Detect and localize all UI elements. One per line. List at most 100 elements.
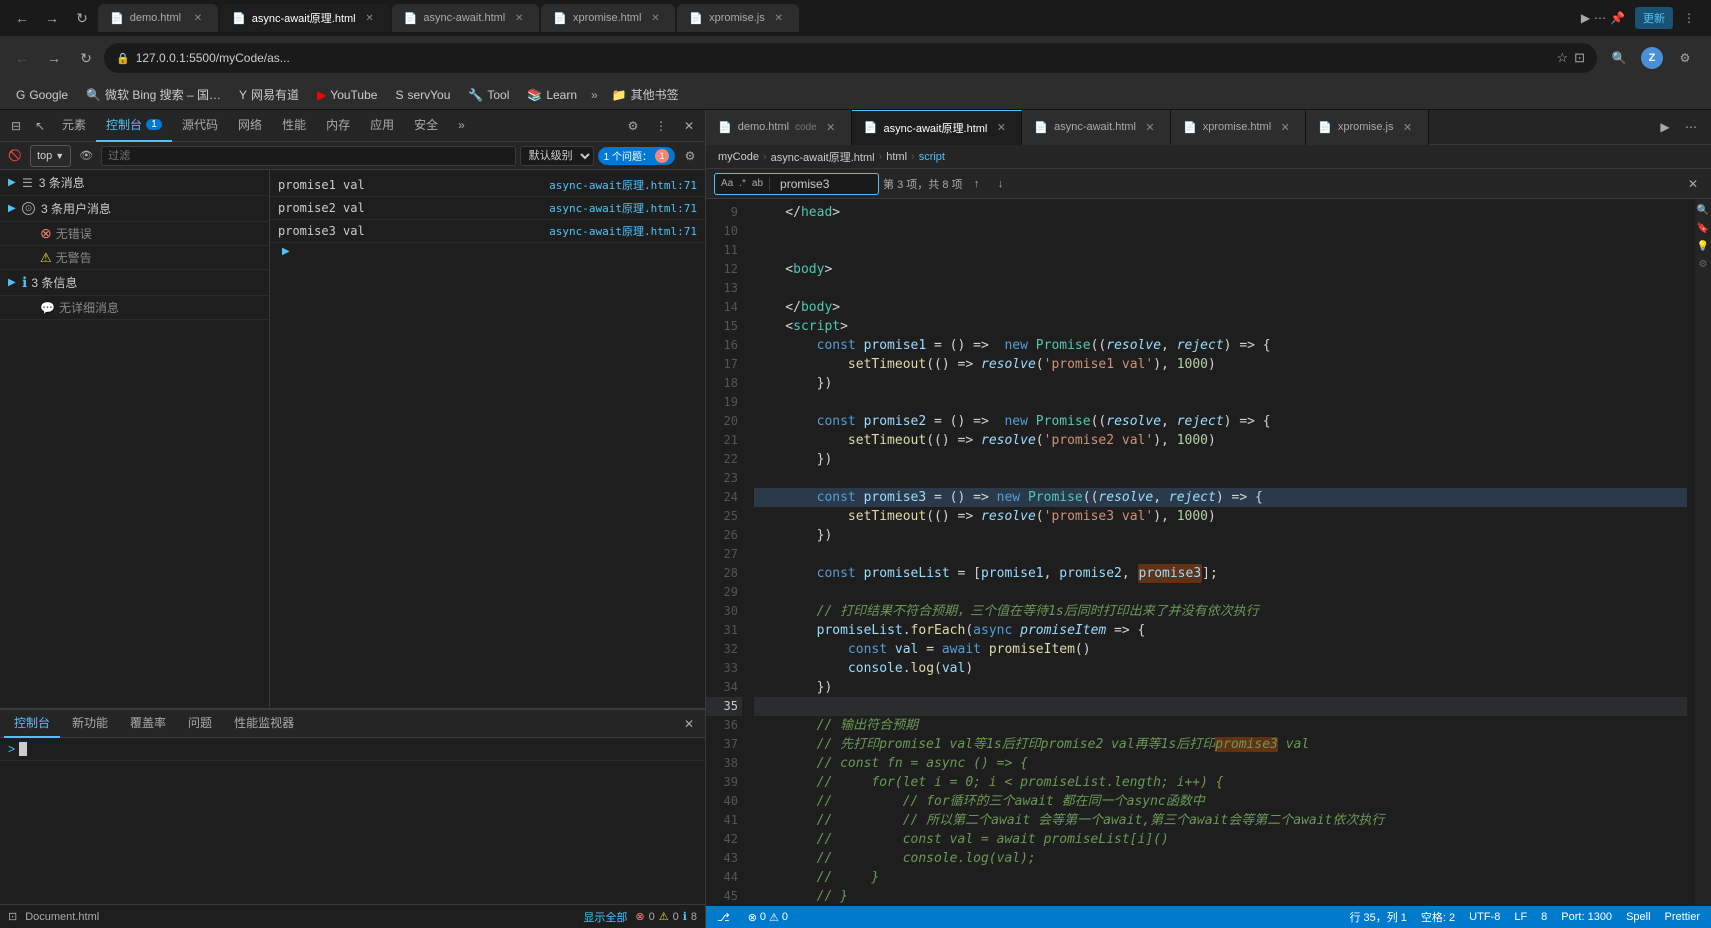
bottom-tab-perf[interactable]: 性能监视器 [224, 710, 304, 738]
bookmark-learn[interactable]: 📚 Learn [519, 86, 585, 104]
er-gear-icon[interactable]: ⚙ [1696, 257, 1710, 271]
tab-close-async-yuan[interactable]: ✕ [362, 10, 378, 26]
er-bookmark-icon[interactable]: 🔖 [1696, 221, 1710, 235]
devtools-kebab-icon[interactable]: ⋮ [649, 114, 673, 138]
tab-play-button[interactable]: ▶ [1581, 11, 1590, 25]
code-editor-content[interactable]: </head> <body> </body> <script> const pr… [750, 199, 1695, 906]
editor-tab-xpromise-js[interactable]: 📄 xpromise.js ✕ [1306, 110, 1428, 145]
console-group-header-user[interactable]: ▶ ⊙ 3 条用户消息 [0, 196, 269, 221]
console-level-select[interactable]: 默认级别 [520, 146, 594, 166]
console-item-promise2[interactable]: promise2 val async-await原理.html:71 [270, 197, 705, 220]
console-item-link-2[interactable]: async-await原理.html:71 [549, 200, 697, 216]
devtool-tab-performance[interactable]: 性能 [272, 110, 316, 142]
devtools-expand-icon[interactable]: ⊡ [8, 910, 17, 923]
console-filter-input[interactable] [101, 146, 515, 166]
address-tab-icon[interactable]: ⊡ [1574, 50, 1585, 66]
status-encoding[interactable]: UTF-8 [1466, 911, 1503, 923]
tab-demo[interactable]: 📄 demo.html ✕ [98, 4, 218, 32]
nav-forward-button[interactable]: → [40, 44, 68, 72]
editor-tab-close-async[interactable]: ✕ [993, 120, 1009, 136]
status-language[interactable]: 8 [1538, 911, 1550, 923]
breadcrumb-mycode[interactable]: myCode [718, 151, 759, 163]
search-prev-button[interactable]: ↑ [967, 174, 987, 194]
status-port[interactable]: Port: 1300 [1558, 911, 1615, 923]
console-item-promise1[interactable]: promise1 val async-await原理.html:71 [270, 174, 705, 197]
tab-close-async[interactable]: ✕ [511, 10, 527, 26]
tab-pin-button[interactable]: 📌 [1610, 11, 1625, 25]
bookmarks-more-button[interactable]: » [587, 86, 602, 104]
bookmark-youtube[interactable]: ▶ YouTube [309, 86, 385, 104]
devtools-cursor-icon[interactable]: ↖ [28, 114, 52, 138]
console-group-header-verbose[interactable]: 💬 无详细消息 [0, 296, 269, 319]
bottom-panel-close-icon[interactable]: ✕ [677, 712, 701, 736]
devtool-tab-elements[interactable]: 元素 [52, 110, 96, 142]
nav-back-button[interactable]: ← [8, 44, 36, 72]
address-input[interactable] [136, 51, 1551, 65]
console-expand-more[interactable]: ▶ [270, 243, 705, 260]
console-group-header-messages[interactable]: ▶ ☰ 3 条消息 [0, 170, 269, 195]
search-next-button[interactable]: ↓ [991, 174, 1011, 194]
status-error-count[interactable]: ⊗ 0 ⚠ 0 [745, 911, 791, 924]
status-spaces[interactable]: 空格: 2 [1418, 909, 1458, 925]
status-eol[interactable]: LF [1511, 911, 1530, 923]
update-button[interactable]: 更新 [1635, 7, 1673, 29]
tab-xpromise-js[interactable]: 📄 xpromise.js ✕ [677, 4, 798, 32]
breadcrumb-script[interactable]: script [919, 151, 945, 163]
reload-button[interactable]: ↻ [68, 4, 96, 32]
tab-close-demo[interactable]: ✕ [190, 10, 206, 26]
profile-icon[interactable]: Z [1641, 47, 1663, 69]
bottom-tab-issues[interactable]: 问题 [178, 710, 222, 738]
search-word-btn[interactable]: ab [750, 178, 765, 189]
editor-tab-close-demo[interactable]: ✕ [823, 119, 839, 135]
console-group-header-warnings[interactable]: ⚠ 无警告 [0, 246, 269, 269]
devtools-close-icon[interactable]: ✕ [677, 114, 701, 138]
status-spell[interactable]: Spell [1623, 911, 1653, 923]
bottom-tab-new[interactable]: 新功能 [62, 710, 118, 738]
tab-more-button[interactable]: ⋯ [1594, 11, 1606, 25]
show-all-button[interactable]: 显示全部 [583, 909, 627, 925]
er-search-icon[interactable]: 🔍 [1696, 203, 1710, 217]
bookmark-yiyou[interactable]: Y 网易有道 [231, 84, 307, 105]
devtool-tab-memory[interactable]: 内存 [316, 110, 360, 142]
console-item-link-1[interactable]: async-await原理.html:71 [549, 177, 697, 193]
editor-tab-async-yuan[interactable]: 📄 async-await原理.html ✕ [852, 110, 1023, 145]
breadcrumb-html[interactable]: html [886, 151, 907, 163]
devtool-tab-console[interactable]: 控制台 1 [96, 110, 172, 142]
console-group-header-errors[interactable]: ⊗ 无错误 [0, 222, 269, 245]
nav-reload-button[interactable]: ↻ [72, 44, 100, 72]
editor-tab-close-5[interactable]: ✕ [1400, 119, 1416, 135]
search-regex-btn[interactable]: .* [737, 178, 748, 189]
bottom-tab-coverage[interactable]: 覆盖率 [120, 710, 176, 738]
editor-tab-demo[interactable]: 📄 demo.html code ✕ [706, 110, 852, 145]
console-top-button[interactable]: top ▼ [30, 145, 71, 167]
er-lightbulb-icon[interactable]: 💡 [1696, 239, 1710, 253]
search-aa-btn[interactable]: Aa [719, 178, 735, 189]
search-close-button[interactable]: ✕ [1683, 174, 1703, 194]
tab-async-await-yuan[interactable]: 📄 async-await原理.html ✕ [220, 4, 390, 32]
back-button[interactable]: ← [8, 4, 36, 32]
editor-tab-close-3[interactable]: ✕ [1142, 119, 1158, 135]
browser-more-button[interactable]: ⋮ [1675, 4, 1703, 32]
console-eye-icon[interactable]: 👁 [75, 145, 97, 167]
editor-tab-xpromise-html[interactable]: 📄 xpromise.html ✕ [1171, 110, 1306, 145]
address-star-icon[interactable]: ☆ [1556, 50, 1568, 66]
devtool-tab-app[interactable]: 应用 [360, 110, 404, 142]
bookmark-google[interactable]: G Google [8, 86, 76, 104]
console-settings-icon[interactable]: ⚙ [679, 145, 701, 167]
status-prettier[interactable]: Prettier [1662, 911, 1703, 923]
devtool-tab-more[interactable]: » [448, 110, 475, 142]
tab-xpromise-html[interactable]: 📄 xpromise.html ✕ [541, 4, 675, 32]
editor-split-right-icon[interactable]: ▶ [1653, 115, 1677, 139]
devtools-layout-icon[interactable]: ⊟ [4, 114, 28, 138]
forward-button[interactable]: → [38, 4, 66, 32]
console-item-promise3[interactable]: promise3 val async-await原理.html:71 [270, 220, 705, 243]
console-item-link-3[interactable]: async-await原理.html:71 [549, 223, 697, 239]
bookmark-tool[interactable]: 🔧 Tool [460, 86, 517, 104]
console-group-header-info[interactable]: ▶ ℹ 3 条信息 [0, 270, 269, 295]
devtool-tab-security[interactable]: 安全 [404, 110, 448, 142]
tab-async-await[interactable]: 📄 async-await.html ✕ [392, 4, 540, 32]
bookmark-servyou[interactable]: S servYou [387, 86, 458, 104]
bookmark-other[interactable]: 📁 其他书签 [604, 84, 687, 105]
editor-tab-async[interactable]: 📄 async-await.html ✕ [1022, 110, 1171, 145]
devtool-tab-sources[interactable]: 源代码 [172, 110, 228, 142]
